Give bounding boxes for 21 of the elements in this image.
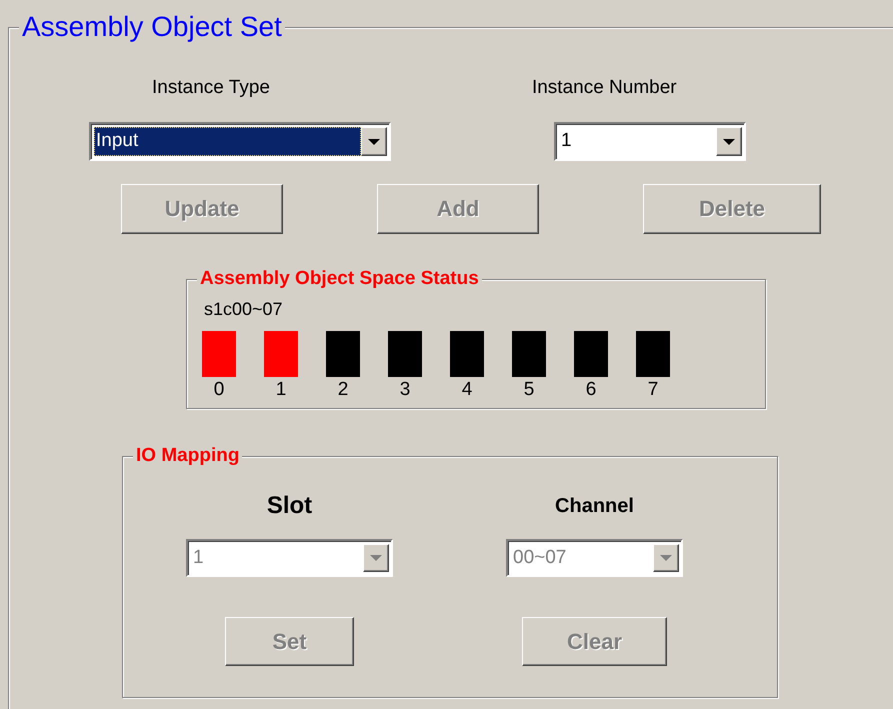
block-number: 4 xyxy=(462,379,472,401)
block-number: 3 xyxy=(400,379,410,401)
block-number: 6 xyxy=(586,379,596,401)
block-number: 1 xyxy=(276,379,286,401)
instance-number-dropdown[interactable]: 1 xyxy=(554,122,746,161)
dropdown-arrow-icon xyxy=(723,138,735,144)
slot-label: Slot xyxy=(266,491,312,521)
dropdown-arrow-icon xyxy=(660,555,672,561)
block-number: 7 xyxy=(648,379,658,401)
dropdown-arrow-icon xyxy=(370,555,382,561)
io-mapping-title: IO Mapping xyxy=(133,445,242,467)
block-number: 0 xyxy=(214,379,224,401)
range-label: s1c00~07 xyxy=(204,298,284,320)
instance-type-dropdown[interactable]: Input xyxy=(89,122,391,161)
block-number: 2 xyxy=(338,379,348,401)
channel-label: Channel xyxy=(555,494,634,519)
block-number: 5 xyxy=(524,379,534,401)
instance-type-label: Instance Type xyxy=(152,77,270,99)
dropdown-arrow-icon xyxy=(368,138,380,144)
instance-number-label: Instance Number xyxy=(532,77,677,99)
status-group-title: Assembly Object Space Status xyxy=(197,268,482,290)
